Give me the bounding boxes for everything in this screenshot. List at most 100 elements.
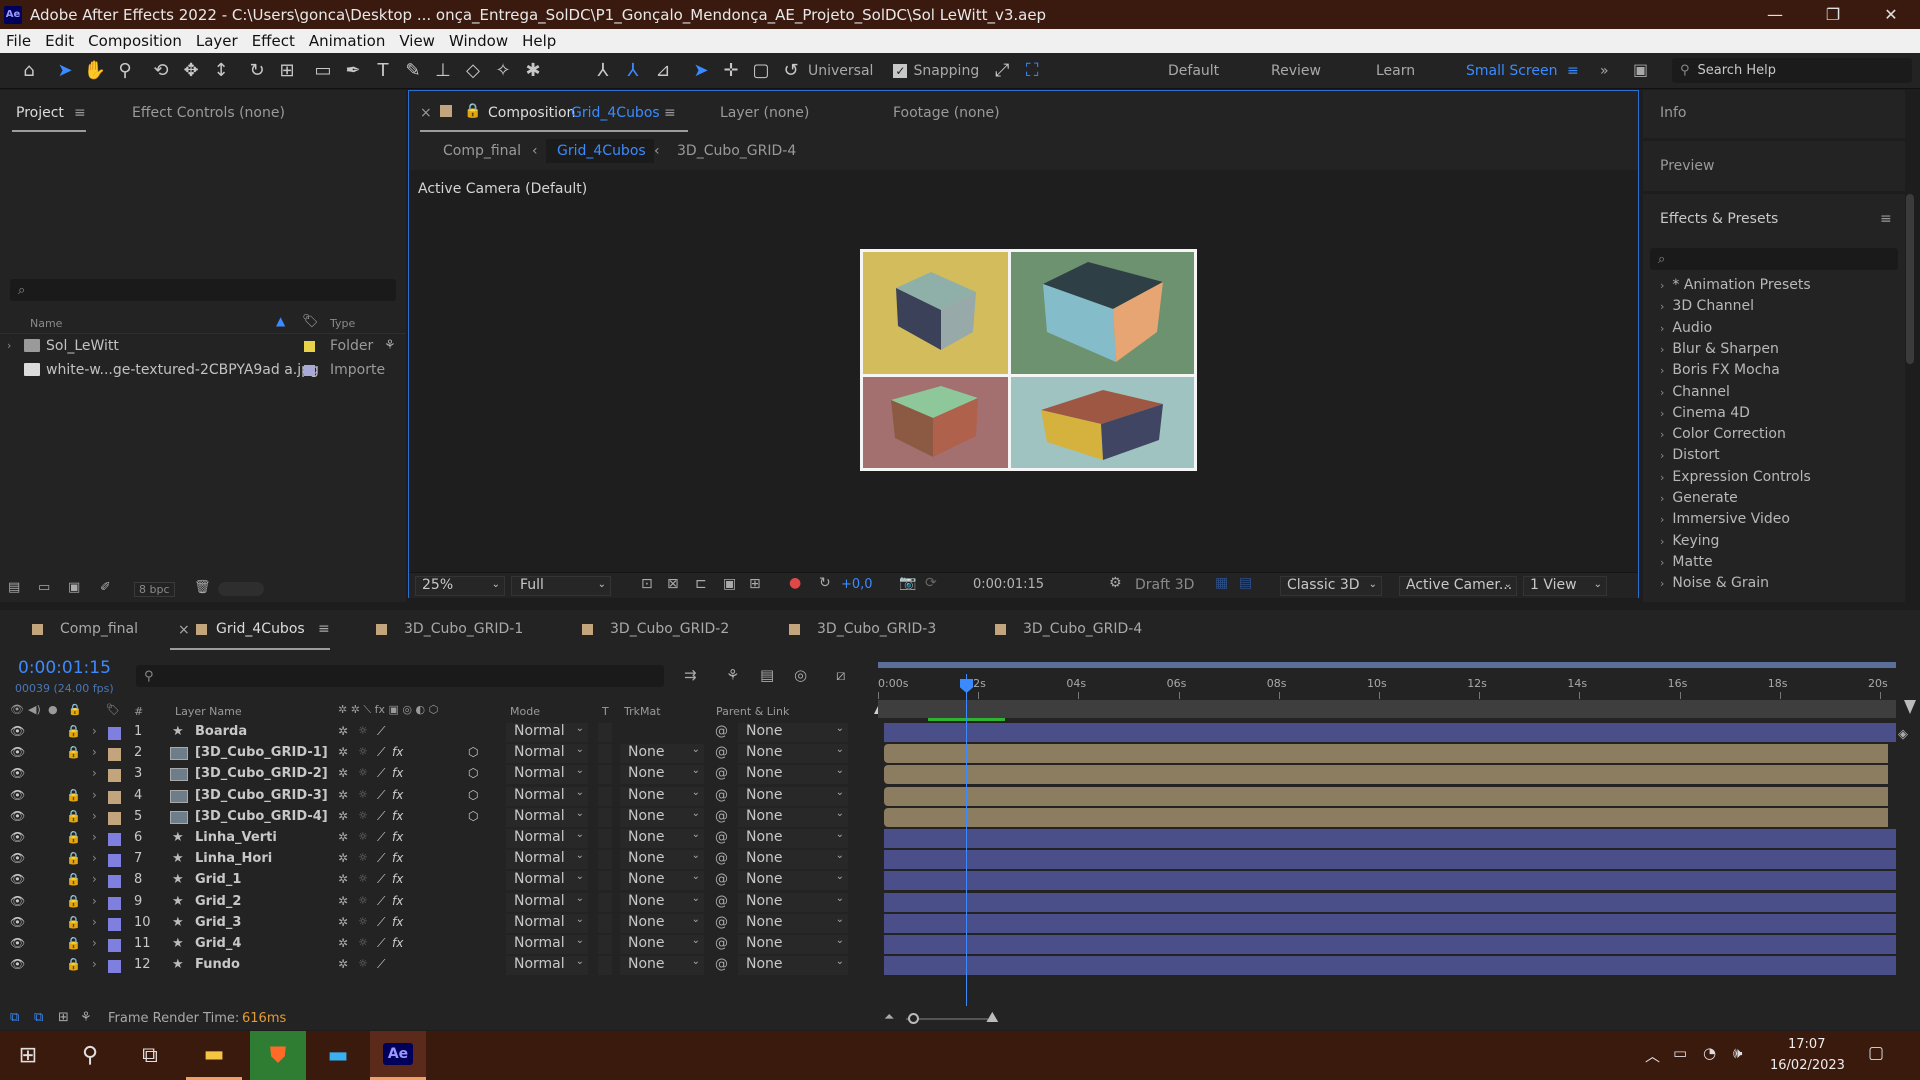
layer-row[interactable]: 👁 🔒 › 8 ★ Grid_1 ✲ ☼ ⟋ fx Normal ⌄ None ⌄ @ None ⌄ <box>0 870 1896 891</box>
shy-switch-icon[interactable]: ✲ <box>338 936 348 950</box>
blend-mode-dropdown[interactable]: Normal ⌄ <box>506 765 588 785</box>
comp-frame[interactable] <box>860 249 1197 471</box>
effects-switch-icon[interactable]: fx <box>392 915 403 929</box>
layer-label-color[interactable] <box>108 790 121 804</box>
render-time-icon[interactable]: ⚘ <box>80 1010 92 1025</box>
track-matte-dropdown[interactable]: None ⌄ <box>620 935 704 954</box>
current-time-display[interactable]: 0:00:01:15 <box>18 658 111 678</box>
lock-icon[interactable]: 🔒 <box>66 724 81 738</box>
layer-switches-icon[interactable]: ⧉ <box>10 1010 19 1025</box>
layer-name[interactable]: Boarda <box>195 724 247 739</box>
home-icon[interactable]: ⌂ <box>14 56 44 86</box>
chevron-right-icon[interactable]: › <box>92 809 97 823</box>
layer-name[interactable]: [3D_Cubo_GRID-4] <box>195 809 328 824</box>
puppet-pin-icon[interactable]: ✱ <box>518 56 548 86</box>
pick-whip-icon[interactable]: @ <box>715 788 728 803</box>
zoom-dropdown[interactable]: 25% ⌄ <box>415 576 505 596</box>
collapse-switch-icon[interactable]: ☼ <box>358 894 368 907</box>
3d-layer-icon[interactable]: ⬡ <box>468 766 478 780</box>
pick-whip-icon[interactable]: @ <box>715 809 728 824</box>
pick-whip-icon[interactable]: @ <box>715 894 728 909</box>
playhead-line[interactable] <box>966 674 967 1006</box>
layer-label-color[interactable] <box>108 917 121 931</box>
layer-label-color[interactable] <box>108 748 121 762</box>
layer-row[interactable]: 👁 🔒 › 7 ★ Linha_Hori ✲ ☼ ⟋ fx Normal ⌄ None ⌄ @ None ⌄ <box>0 849 1896 870</box>
track-matte-dropdown[interactable]: None ⌄ <box>620 892 704 912</box>
layer-name[interactable]: Grid_3 <box>195 915 241 930</box>
solo-header-icon[interactable]: ● <box>48 703 58 716</box>
show-hidden-icons-icon[interactable]: ︿ <box>1645 1045 1660 1066</box>
effects-switch-icon[interactable]: fx <box>392 830 403 844</box>
lock-icon[interactable]: 🔒 <box>66 872 81 886</box>
column-number[interactable]: # <box>134 705 143 718</box>
collapse-switch-icon[interactable]: ☼ <box>358 745 368 758</box>
effects-switch-icon[interactable]: fx <box>392 936 403 950</box>
quality-switch-icon[interactable]: ⟋ <box>377 724 385 739</box>
menu-item-layer[interactable]: Layer <box>196 32 238 50</box>
shy-switch-icon[interactable]: ✲ <box>338 957 348 971</box>
pick-whip-icon[interactable]: @ <box>715 872 728 887</box>
3d-select-icon[interactable]: ➤ <box>686 56 716 86</box>
eraser-icon[interactable]: ◇ <box>458 56 488 86</box>
track-matte-dropdown[interactable]: None ⌄ <box>620 956 704 976</box>
pick-whip-icon[interactable]: @ <box>715 745 728 760</box>
pick-whip-icon[interactable]: @ <box>715 936 728 951</box>
effects-switch-icon[interactable]: fx <box>392 745 403 759</box>
quality-switch-icon[interactable]: ⟋ <box>377 872 385 887</box>
effects-category[interactable]: › Audio <box>1660 320 1712 336</box>
draft-3d-label[interactable]: Draft 3D <box>1135 577 1194 593</box>
3d-scale-icon[interactable]: ▢ <box>746 56 776 86</box>
3d-layer-icon[interactable]: ⬡ <box>468 745 478 759</box>
lock-header-icon[interactable]: 🔒 <box>68 703 82 716</box>
layer-label-color[interactable] <box>108 769 121 783</box>
effects-category[interactable]: › Matte <box>1660 554 1713 570</box>
chevron-right-icon[interactable]: › <box>7 339 11 352</box>
layer-name[interactable]: Grid_1 <box>195 872 241 887</box>
region-of-interest-icon[interactable]: ▣ <box>723 576 736 592</box>
effects-switch-icon[interactable]: fx <box>392 894 403 908</box>
comp-menu-icon[interactable]: ≡ <box>664 105 676 121</box>
quality-switch-icon[interactable]: ⟋ <box>377 894 385 909</box>
layer-duration-bar[interactable] <box>884 807 1888 827</box>
project-item[interactable]: white-w...ge-textured-2CBPYA9ad a.jpg Imp… <box>0 360 406 382</box>
effects-presets-title[interactable]: Effects & Presets <box>1660 211 1778 227</box>
breadcrumb-3d-cubo-grid-4[interactable]: 3D_Cubo_GRID-4 <box>677 143 796 159</box>
layer-name[interactable]: Linha_Verti <box>195 830 277 845</box>
eye-icon[interactable]: 👁 <box>10 809 25 823</box>
effects-category[interactable]: › Expression Controls <box>1660 469 1811 485</box>
effects-switch-icon[interactable]: fx <box>392 788 403 802</box>
parent-dropdown[interactable]: None ⌄ <box>738 935 848 954</box>
chevron-right-icon[interactable]: › <box>92 788 97 802</box>
work-area-bar[interactable] <box>878 662 1896 668</box>
project-item-label[interactable] <box>304 365 315 376</box>
layer-name[interactable]: [3D_Cubo_GRID-3] <box>195 788 328 803</box>
motion-blur-icon[interactable]: ◎ <box>794 666 807 684</box>
layer-label-color[interactable] <box>108 833 121 846</box>
workspace-default[interactable]: Default <box>1168 63 1219 79</box>
chevron-right-icon[interactable]: › <box>92 957 97 971</box>
shy-switch-icon[interactable]: ✲ <box>338 915 348 929</box>
preserve-transparency-checkbox[interactable] <box>598 892 612 912</box>
tab-composition-name[interactable]: Grid_4Cubos <box>571 105 660 121</box>
shy-switch-icon[interactable]: ✲ <box>338 830 348 844</box>
more-workspaces-icon[interactable]: » <box>1600 63 1609 79</box>
preserve-transparency-checkbox[interactable] <box>598 786 612 806</box>
blend-mode-dropdown[interactable]: Normal ⌄ <box>506 935 588 954</box>
effects-category[interactable]: › Immersive Video <box>1660 511 1790 527</box>
hand-tool-icon[interactable]: ✋ <box>80 56 110 86</box>
track-matte-dropdown[interactable]: None ⌄ <box>620 786 704 806</box>
lock-icon[interactable]: 🔒 <box>66 745 81 759</box>
parent-dropdown[interactable]: None ⌄ <box>738 956 848 976</box>
notifications-icon[interactable]: ▢ <box>1868 1043 1884 1063</box>
lock-icon[interactable]: 🔒 <box>66 936 81 950</box>
new-folder-icon[interactable]: ▭ <box>38 580 50 595</box>
lock-icon[interactable]: 🔒 <box>66 894 81 908</box>
track-matte-dropdown[interactable]: None ⌄ <box>620 744 704 764</box>
collapse-switch-icon[interactable]: ☼ <box>358 851 368 864</box>
track-matte-dropdown[interactable]: None ⌄ <box>620 765 704 785</box>
preview-panel-title[interactable]: Preview <box>1660 158 1715 174</box>
chevron-right-icon[interactable]: › <box>92 830 97 844</box>
pick-whip-icon[interactable]: @ <box>715 766 728 781</box>
lock-icon[interactable]: 🔒 <box>464 103 481 119</box>
effects-category[interactable]: › * Animation Presets <box>1660 277 1811 293</box>
